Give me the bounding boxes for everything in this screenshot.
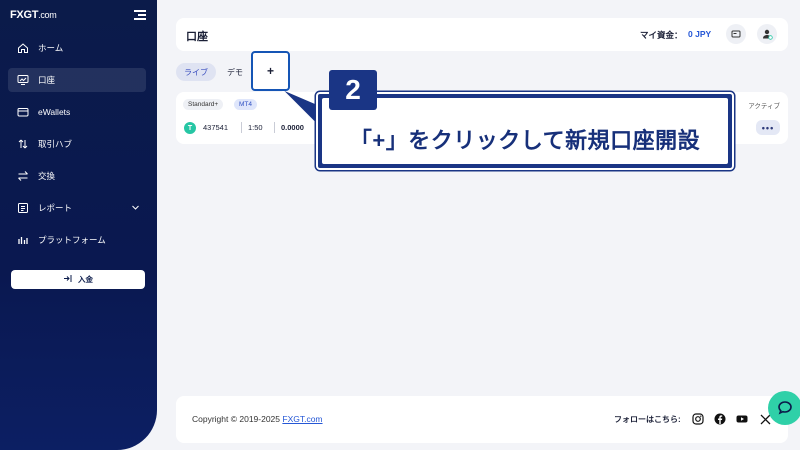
sidebar-item-label: eWallets: [38, 107, 71, 117]
sidebar-item-label: ホーム: [38, 43, 64, 53]
logo[interactable]: FXGT.com: [10, 9, 57, 21]
sidebar-item-platform[interactable]: プラットフォーム: [8, 228, 146, 252]
transfer-icon: [16, 138, 29, 151]
tab-demo[interactable]: デモ: [222, 63, 248, 81]
instruction-callout: 「+」をクリックして新規口座開設: [316, 92, 734, 170]
login-arrow-icon: [63, 274, 72, 285]
sidebar-item-label: プラットフォーム: [38, 235, 106, 245]
account-number: 437541: [203, 123, 229, 132]
instagram-icon[interactable]: [692, 413, 704, 425]
platform-badge: MT4: [234, 99, 257, 110]
sidebar-item-trading-hub[interactable]: 取引ハブ: [8, 132, 146, 156]
page-header: 口座 マイ資金： 0 JPY: [176, 18, 788, 51]
sidebar-nav: ホーム 口座 eWallets 取引ハブ 交換 レポート プラットフォーム: [8, 36, 146, 260]
leverage: 1:50: [248, 123, 263, 132]
sidebar-item-reports[interactable]: レポート: [8, 196, 146, 220]
chat-bubble-icon: [778, 401, 792, 415]
funds-label: マイ資金：: [640, 30, 683, 40]
add-account-button[interactable]: +: [251, 51, 290, 91]
profile-icon[interactable]: [757, 24, 777, 44]
sidebar-item-home[interactable]: ホーム: [8, 36, 146, 60]
tab-live[interactable]: ライブ: [176, 63, 216, 81]
facebook-icon[interactable]: [714, 413, 726, 425]
sidebar-item-accounts[interactable]: 口座: [8, 68, 146, 92]
wallet-icon: [16, 106, 29, 119]
account-type-badge: Standard+: [183, 99, 224, 110]
wallet-card-icon[interactable]: [726, 24, 746, 44]
divider: [241, 122, 242, 133]
step-number-badge: 2: [329, 70, 377, 110]
sidebar-item-label: 口座: [38, 75, 56, 85]
logo-text: FXGT: [10, 9, 39, 21]
page-title: 口座: [186, 31, 208, 43]
funds-value: 0 JPY: [688, 29, 712, 39]
copyright: Copyright © 2019-2025 FXGT.com: [192, 414, 323, 424]
menu-toggle-icon[interactable]: [134, 10, 146, 20]
sidebar-item-label: 交換: [38, 171, 56, 181]
logo-suffix: .com: [38, 10, 57, 20]
report-icon: [16, 202, 29, 215]
home-icon: [16, 42, 29, 55]
fxgt-link[interactable]: FXGT.com: [282, 414, 322, 424]
deposit-button[interactable]: 入金: [11, 270, 145, 289]
sidebar-item-label: レポート: [38, 203, 73, 213]
callout-text: 「+」をクリックして新規口座開設: [349, 128, 701, 153]
platform-icon: [16, 234, 29, 247]
youtube-icon[interactable]: [736, 413, 748, 425]
sidebar-item-exchange[interactable]: 交換: [8, 164, 146, 188]
sidebar: FXGT.com ホーム 口座 eWallets 取引ハブ 交換 レポート プラ…: [0, 0, 157, 450]
chat-support-button[interactable]: [768, 391, 800, 425]
page-footer: Copyright © 2019-2025 FXGT.com フォローはこちら:: [176, 396, 788, 443]
deposit-label: 入金: [78, 275, 93, 284]
sidebar-item-ewallets[interactable]: eWallets: [8, 100, 146, 124]
exchange-icon: [16, 170, 29, 183]
sidebar-item-label: 取引ハブ: [38, 139, 73, 149]
more-options-button[interactable]: •••: [756, 120, 780, 135]
follow-label: フォローはこちら:: [614, 415, 681, 424]
status-badge: アクティブ: [748, 103, 780, 110]
chart-icon: [16, 74, 29, 87]
usdt-currency-icon: T: [184, 122, 196, 134]
chevron-down-icon[interactable]: [131, 203, 140, 214]
